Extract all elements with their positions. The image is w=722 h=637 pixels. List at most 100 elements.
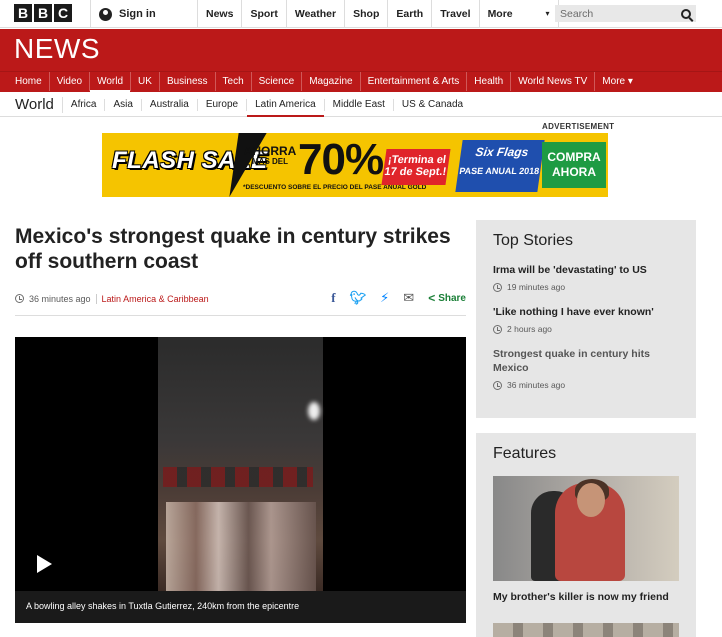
section-health[interactable]: Health: [467, 72, 512, 91]
section-science[interactable]: Science: [252, 72, 303, 91]
topnav-earth[interactable]: Earth: [387, 0, 431, 28]
subnav-africa[interactable]: Africa: [63, 98, 106, 111]
top-story-title[interactable]: 'Like nothing I have ever known': [493, 305, 679, 319]
ad-mas-del: MAS DEL: [252, 157, 288, 166]
facebook-icon[interactable]: f: [331, 290, 335, 306]
article-headline: Mexico's strongest quake in century stri…: [15, 225, 451, 273]
section-tech[interactable]: Tech: [216, 72, 252, 91]
search-icon[interactable]: [681, 8, 691, 19]
logo-letter: C: [54, 4, 72, 22]
top-story-item[interactable]: Irma will be 'devastating' to US 19 minu…: [493, 263, 679, 292]
section-home[interactable]: Home: [8, 72, 50, 91]
video-frame-light: [308, 402, 320, 420]
video-player[interactable]: A bowling alley shakes in Tuxtla Gutierr…: [15, 337, 466, 623]
clock-icon: [493, 324, 502, 334]
search-input[interactable]: [560, 7, 670, 20]
share-icon: <: [428, 291, 436, 305]
masthead: B B C Sign in News Sport Weather Shop Ea…: [0, 0, 722, 28]
features-panel: Features My brother's killer is now my f…: [476, 433, 696, 637]
top-story-time-text: 2 hours ago: [507, 324, 552, 334]
topnav-news[interactable]: News: [197, 0, 241, 28]
news-logo[interactable]: NEWS: [14, 33, 100, 65]
messenger-icon[interactable]: ⚡︎: [380, 290, 389, 306]
subnav-title[interactable]: World: [0, 96, 63, 113]
news-banner: NEWS: [0, 29, 722, 71]
clock-icon: [493, 282, 502, 292]
top-story-item[interactable]: 'Like nothing I have ever known' 2 hours…: [493, 305, 679, 334]
user-icon: [99, 7, 112, 21]
article-time: 36 minutes ago: [29, 293, 91, 304]
subnav-us-canada[interactable]: US & Canada: [394, 99, 471, 111]
feature-title[interactable]: My brother's killer is now my friend: [493, 590, 679, 604]
video-caption-bar: A bowling alley shakes in Tuxtla Gutierr…: [15, 591, 466, 623]
top-stories-panel: Top Stories Irma will be 'devastating' t…: [476, 220, 696, 418]
top-story-title[interactable]: Strongest quake in century hits Mexico: [493, 347, 679, 375]
ad-termina: ¡Termina el 17 de Sept.!: [381, 149, 451, 185]
section-video[interactable]: Video: [50, 72, 91, 91]
section-business[interactable]: Business: [160, 72, 216, 91]
section-nav: Home Video World UK Business Tech Scienc…: [0, 71, 722, 93]
subnav-middle-east[interactable]: Middle East: [325, 98, 394, 111]
video-frame: [158, 337, 323, 592]
topnav-weather[interactable]: Weather: [285, 0, 344, 28]
advertisement-banner[interactable]: FLASH SALE AHORRA MAS DEL 70% *DESCUENTO…: [102, 133, 608, 197]
section-more-label: More: [602, 76, 626, 87]
section-entertainment[interactable]: Entertainment & Arts: [361, 72, 468, 91]
top-story-time: 2 hours ago: [493, 324, 679, 334]
features-title: Features: [493, 445, 557, 462]
twitter-icon[interactable]: 🐦︎: [350, 290, 367, 306]
video-frame-decor: [163, 467, 313, 487]
logo-letter: B: [34, 4, 52, 22]
topnav-more-label: More: [487, 8, 513, 20]
signin-button[interactable]: Sign in: [90, 0, 196, 28]
email-icon[interactable]: ✉: [403, 290, 414, 306]
ad-ahorra-text: AHORRA: [243, 144, 297, 158]
video-frame-shelf: [166, 502, 316, 592]
top-story-time-text: 36 minutes ago: [507, 380, 566, 390]
chevron-down-icon: ▾: [545, 9, 550, 18]
ad-pase-text: PASE ANUAL 2018: [458, 166, 540, 176]
ad-pase-anual: Six Flags PASE ANUAL 2018: [455, 140, 545, 192]
ad-compra-button[interactable]: COMPRA AHORA: [542, 142, 606, 188]
article-category-link[interactable]: Latin America & Caribbean: [95, 293, 209, 304]
subnav-asia[interactable]: Asia: [105, 98, 142, 111]
search-box: [555, 5, 696, 22]
clock-icon: [493, 380, 502, 390]
article-meta: 36 minutes ago Latin America & Caribbean…: [15, 290, 466, 316]
ad-label: ADVERTISEMENT: [542, 122, 615, 131]
section-world-news-tv[interactable]: World News TV: [511, 72, 596, 91]
section-magazine[interactable]: Magazine: [302, 72, 361, 91]
top-stories-title: Top Stories: [493, 232, 574, 249]
top-story-time: 36 minutes ago: [493, 380, 679, 390]
world-subnav: World Africa Asia Australia Europe Latin…: [0, 93, 722, 117]
feature-thumbnail[interactable]: [493, 623, 679, 637]
logo-letter: B: [14, 4, 32, 22]
topnav-more[interactable]: More ▾: [478, 0, 559, 28]
chevron-down-icon: ▾: [627, 76, 633, 87]
ad-disclaimer: *DESCUENTO SOBRE EL PRECIO DEL PASE ANUA…: [243, 184, 427, 191]
top-story-time-text: 19 minutes ago: [507, 282, 566, 292]
section-world[interactable]: World: [90, 72, 132, 93]
section-more[interactable]: More ▾: [595, 72, 640, 91]
top-story-item[interactable]: Strongest quake in century hits Mexico 3…: [493, 347, 679, 390]
signin-label: Sign in: [119, 8, 156, 20]
subnav-australia[interactable]: Australia: [142, 98, 198, 111]
video-caption: A bowling alley shakes in Tuxtla Gutierr…: [26, 601, 300, 611]
clock-icon: [15, 294, 24, 303]
topnav-shop[interactable]: Shop: [344, 0, 387, 28]
bbc-logo[interactable]: B B C: [14, 4, 72, 22]
subnav-latin-america[interactable]: Latin America: [247, 98, 325, 117]
top-story-title[interactable]: Irma will be 'devastating' to US: [493, 263, 679, 277]
topnav-sport[interactable]: Sport: [241, 0, 285, 28]
top-story-time: 19 minutes ago: [493, 282, 679, 292]
play-icon[interactable]: [37, 555, 52, 573]
ad-percent: 70%: [298, 135, 384, 184]
subnav-europe[interactable]: Europe: [198, 98, 248, 111]
feature-image[interactable]: [493, 476, 679, 581]
topnav-travel[interactable]: Travel: [431, 0, 478, 28]
feature-image-figure-head: [577, 483, 605, 517]
ad-ahorra: AHORRA MAS DEL: [239, 145, 301, 166]
share-tools: f 🐦︎ ⚡︎ ✉ < Share: [331, 290, 466, 306]
share-button[interactable]: < Share: [428, 291, 466, 305]
section-uk[interactable]: UK: [131, 72, 160, 91]
